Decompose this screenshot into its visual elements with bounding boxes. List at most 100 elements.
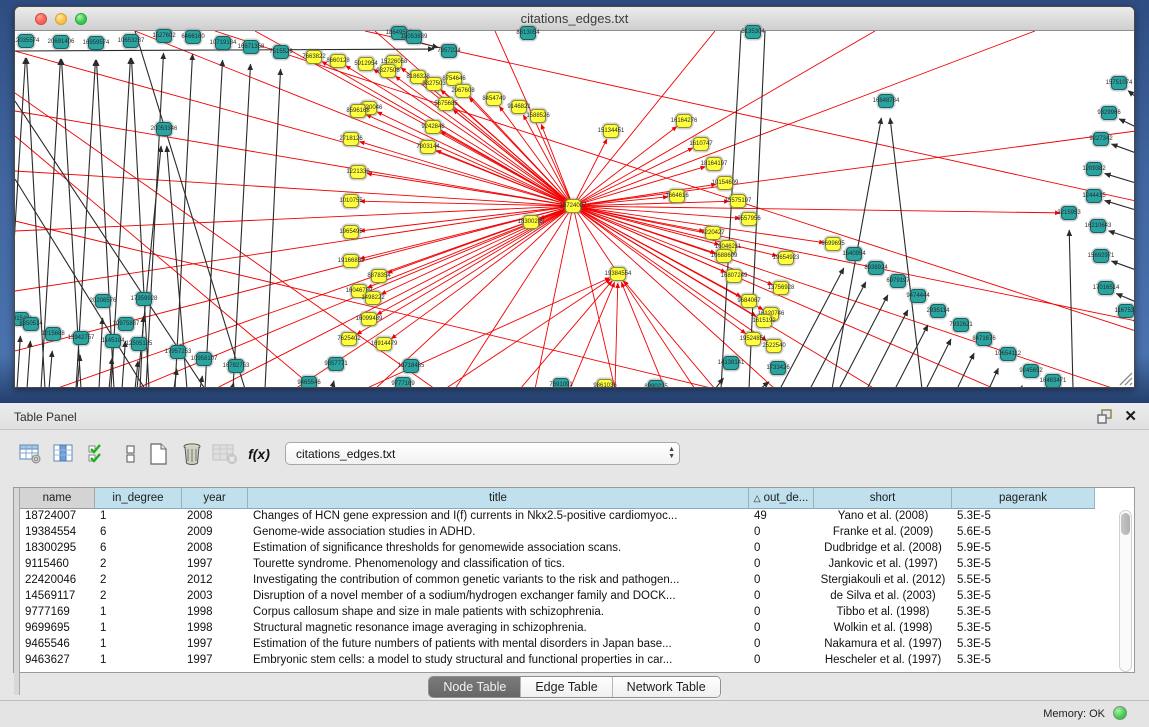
graph-node[interactable]: 13756928 bbox=[773, 281, 789, 295]
graph-node[interactable]: 17957253 bbox=[170, 345, 186, 359]
graph-node[interactable]: 10653287 bbox=[123, 34, 139, 48]
graph-node[interactable]: 9329966 bbox=[1101, 106, 1117, 120]
graph-node[interactable]: 15134451 bbox=[603, 124, 619, 138]
table-row[interactable]: 1938455462009Genome-wide association stu… bbox=[20, 525, 1095, 541]
graph-node[interactable]: 7932621 bbox=[953, 318, 969, 332]
graph-node[interactable]: 12505185 bbox=[131, 337, 147, 351]
graph-node[interactable]: 1244415 bbox=[1086, 189, 1102, 203]
graph-node[interactable]: 8813054 bbox=[520, 26, 536, 40]
graph-node[interactable]: 8135304 bbox=[745, 25, 761, 39]
network-canvas[interactable]: 1203557420691406169595741065328715276026… bbox=[15, 31, 1135, 388]
function-builder-icon[interactable]: f(x) bbox=[246, 440, 272, 468]
graph-node[interactable]: 18724007 bbox=[565, 199, 581, 213]
graph-node[interactable]: 10154609 bbox=[717, 176, 733, 190]
graph-node[interactable]: 19384554 bbox=[610, 267, 626, 281]
graph-node[interactable]: 2967608 bbox=[455, 84, 471, 98]
graph-node[interactable]: 17016514 bbox=[1098, 281, 1114, 295]
table-settings-icon[interactable] bbox=[18, 440, 44, 468]
column-header-in_degree[interactable]: in_degree bbox=[95, 488, 182, 509]
graph-node[interactable]: 7515526 bbox=[273, 45, 289, 59]
graph-node[interactable]: 2935114 bbox=[930, 304, 946, 318]
graph-node[interactable]: 1209382 bbox=[1086, 162, 1102, 176]
graph-node[interactable]: 12035574 bbox=[18, 34, 34, 48]
graph-node[interactable]: 9327508 bbox=[380, 64, 396, 78]
graph-node[interactable]: 19524851 bbox=[745, 332, 761, 346]
graph-node[interactable]: 15751074 bbox=[1111, 76, 1127, 90]
graph-node[interactable]: 10654112 bbox=[1000, 347, 1016, 361]
graph-node[interactable]: 7663822 bbox=[306, 50, 322, 64]
graph-node[interactable]: 16463471 bbox=[1045, 374, 1061, 388]
graph-node[interactable]: 1588526 bbox=[530, 109, 546, 123]
graph-node[interactable]: 8990225 bbox=[648, 380, 664, 388]
new-table-icon[interactable] bbox=[146, 440, 172, 468]
table-row[interactable]: 977716911998Corpus callosum shape and si… bbox=[20, 605, 1095, 621]
graph-node[interactable]: 7625402 bbox=[341, 332, 357, 346]
graph-node[interactable]: 8350514 bbox=[23, 317, 39, 331]
graph-node[interactable]: 6979197 bbox=[890, 274, 906, 288]
graph-node[interactable]: 7803144 bbox=[420, 140, 436, 154]
graph-node[interactable]: 9474444 bbox=[910, 289, 926, 303]
graph-node[interactable]: 10958107 bbox=[196, 352, 212, 366]
graph-node[interactable]: 9777169 bbox=[395, 377, 411, 388]
graph-node[interactable]: 15575197 bbox=[730, 194, 746, 208]
table-row[interactable]: 2242004622012Investigating the contribut… bbox=[20, 573, 1095, 589]
graph-node[interactable]: 5675685 bbox=[438, 97, 454, 111]
graph-node[interactable]: 1733426 bbox=[770, 361, 786, 375]
graph-node[interactable]: 1221338 bbox=[350, 165, 366, 179]
graph-node[interactable]: 9857771 bbox=[328, 357, 344, 371]
graph-node[interactable]: 9557956 bbox=[741, 212, 757, 226]
graph-node[interactable]: 19654923 bbox=[778, 251, 794, 265]
graph-node[interactable]: 1610747 bbox=[693, 137, 709, 151]
graph-node[interactable]: 9327503 bbox=[426, 77, 442, 91]
row-height-icon[interactable] bbox=[118, 440, 144, 468]
graph-node[interactable]: 18053839 bbox=[406, 30, 422, 44]
graph-node[interactable]: 15718485 bbox=[403, 359, 419, 373]
graph-node[interactable]: 16671358 bbox=[243, 40, 259, 54]
graph-node[interactable]: 6466160 bbox=[185, 30, 201, 44]
column-header-short[interactable]: short bbox=[814, 488, 952, 509]
graph-node[interactable]: 9242848 bbox=[425, 120, 441, 134]
graph-node[interactable]: 8596168 bbox=[350, 104, 366, 118]
graph-node[interactable]: 1640954 bbox=[846, 247, 862, 261]
network-window[interactable]: citations_edges.txt 12035574206914061695… bbox=[14, 6, 1135, 388]
graph-node[interactable]: 8878354 bbox=[371, 269, 387, 283]
graph-node[interactable]: 9146821 bbox=[511, 100, 527, 114]
graph-node[interactable]: 3215953 bbox=[1061, 206, 1077, 220]
table-row[interactable]: 946554611997Estimation of the future num… bbox=[20, 637, 1095, 653]
graph-node[interactable]: 17359928 bbox=[136, 292, 152, 306]
graph-node[interactable]: 16164276 bbox=[676, 114, 692, 128]
table-row[interactable]: 1872400712008Changes of HCN gene express… bbox=[20, 509, 1095, 525]
graph-node[interactable]: 20691406 bbox=[53, 35, 69, 49]
graph-node[interactable]: 7220427 bbox=[705, 226, 721, 240]
delete-column-trash-icon[interactable] bbox=[179, 440, 205, 468]
network-window-titlebar[interactable]: citations_edges.txt bbox=[15, 7, 1134, 31]
tab-network-table[interactable]: Network Table bbox=[613, 677, 720, 697]
graph-node[interactable]: 16648784 bbox=[878, 94, 894, 108]
graph-node[interactable]: 1167533 bbox=[1118, 304, 1134, 318]
graph-node[interactable]: 18164197 bbox=[706, 157, 722, 171]
graph-node[interactable]: 14138141 bbox=[723, 356, 739, 370]
select-columns-icon[interactable] bbox=[51, 440, 77, 468]
tab-edge-table[interactable]: Edge Table bbox=[521, 677, 612, 697]
graph-node[interactable]: 16807249 bbox=[726, 269, 742, 283]
graph-node[interactable]: 1527602 bbox=[156, 29, 172, 43]
table-row[interactable]: 1456911722003Disruption of a novel membe… bbox=[20, 589, 1095, 605]
vertical-scrollbar[interactable] bbox=[1119, 510, 1132, 672]
table-row[interactable]: 1830029562008Estimation of significance … bbox=[20, 541, 1095, 557]
close-panel-icon[interactable]: ✕ bbox=[1124, 407, 1137, 425]
graph-node[interactable]: 10975887 bbox=[118, 317, 134, 331]
graph-node[interactable]: 20053346 bbox=[156, 122, 172, 136]
graph-node[interactable]: 9465546 bbox=[301, 376, 317, 388]
graph-node[interactable]: 9684067 bbox=[741, 294, 757, 308]
graph-node[interactable]: 1145194 bbox=[105, 334, 121, 348]
column-header-out_de[interactable]: △out_de... bbox=[749, 488, 814, 509]
graph-node[interactable]: 9227342 bbox=[1093, 132, 1109, 146]
graph-node[interactable]: 7691091 bbox=[553, 378, 569, 388]
graph-node[interactable]: 1615192 bbox=[756, 314, 772, 328]
graph-node[interactable]: 9861036 bbox=[597, 379, 613, 388]
graph-node[interactable]: 16210643 bbox=[1090, 219, 1106, 233]
graph-node[interactable]: 10688609 bbox=[716, 249, 732, 263]
table-row[interactable]: 969969511998Structural magnetic resonanc… bbox=[20, 621, 1095, 637]
window-resize-grip-icon[interactable] bbox=[1119, 372, 1133, 386]
column-header-name[interactable]: name bbox=[20, 488, 95, 509]
